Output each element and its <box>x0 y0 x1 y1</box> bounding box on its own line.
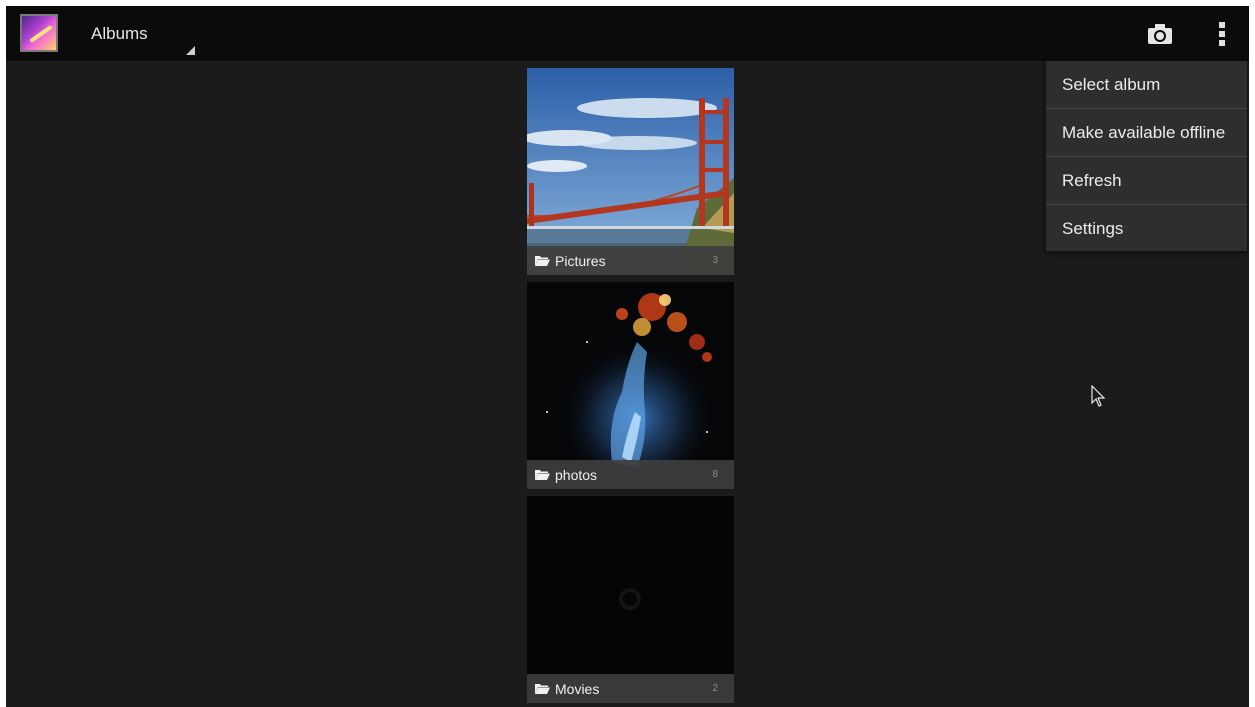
album-count: 3 <box>712 255 718 266</box>
gallery-app-icon[interactable] <box>20 14 58 52</box>
album-name: photos <box>555 467 598 483</box>
album-thumbnail <box>527 282 734 489</box>
spinner-arrow-icon <box>186 46 195 55</box>
overflow-dot-icon <box>1219 40 1225 46</box>
album-label-bar: photos 8 <box>527 460 734 489</box>
overflow-dot-icon <box>1219 31 1225 37</box>
album-name: Movies <box>555 681 600 697</box>
album-count: 2 <box>712 683 718 694</box>
mouse-pointer-icon <box>1091 385 1106 407</box>
camera-button[interactable] <box>1146 22 1174 46</box>
menu-item-make-available-offline[interactable]: Make available offline <box>1046 109 1247 156</box>
album-thumbnail <box>527 68 734 275</box>
gallery-screen: Albums Pictures 3 photos 8 Movies 2 Sele… <box>6 6 1249 707</box>
folder-icon <box>535 256 550 266</box>
album-count: 8 <box>712 469 718 480</box>
album-tile-movies[interactable]: Movies 2 <box>527 496 734 703</box>
album-tile-photos[interactable]: photos 8 <box>527 282 734 489</box>
album-view-spinner[interactable]: Albums <box>68 6 198 61</box>
album-label-bar: Pictures 3 <box>527 246 734 275</box>
album-name: Pictures <box>555 253 606 269</box>
album-label-bar: Movies 2 <box>527 674 734 703</box>
menu-item-settings[interactable]: Settings <box>1046 205 1247 252</box>
overflow-menu-button[interactable] <box>1211 20 1233 48</box>
page-title: Albums <box>91 24 148 43</box>
camera-icon <box>1148 24 1172 44</box>
folder-icon <box>535 684 550 694</box>
album-thumbnail <box>527 496 734 703</box>
app-icon-glyph <box>29 24 53 44</box>
folder-icon <box>535 470 550 480</box>
overflow-menu: Select album Make available offline Refr… <box>1046 61 1247 251</box>
album-tile-pictures[interactable]: Pictures 3 <box>527 68 734 275</box>
overflow-dot-icon <box>1219 22 1225 28</box>
menu-item-refresh[interactable]: Refresh <box>1046 157 1247 204</box>
action-bar: Albums <box>6 6 1249 61</box>
menu-item-select-album[interactable]: Select album <box>1046 61 1247 108</box>
